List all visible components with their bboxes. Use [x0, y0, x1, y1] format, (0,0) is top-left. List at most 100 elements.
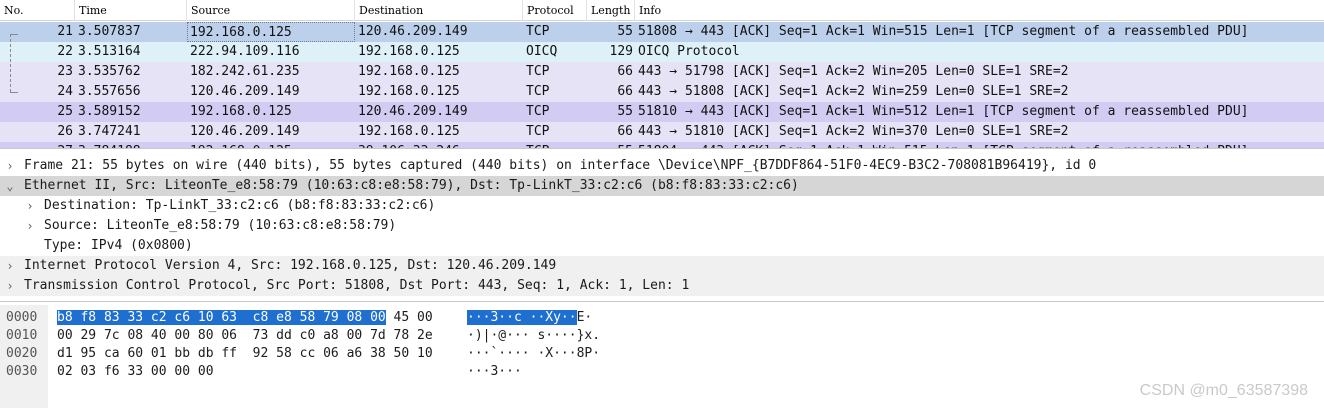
cell-info: 51808 → 443 [ACK] Seq=1 Ack=1 Win=515 Le…	[638, 24, 1249, 39]
cell-info: 443 → 51798 [ACK] Seq=1 Ack=2 Win=205 Le…	[638, 64, 1069, 79]
packet-bytes-pane[interactable]: 0000 b8 f8 83 33 c2 c6 10 63 c8 e8 58 79 …	[0, 305, 1324, 408]
hex-bytes[interactable]: d1 95 ca 60 01 bb db ff 92 58 cc 06 a6 3…	[57, 345, 433, 363]
byte-offset: 0000	[6, 310, 38, 325]
ascii-bytes-rest: ···3···	[467, 364, 522, 379]
ascii-bytes-rest: ···`···· ·X···8P·	[467, 346, 601, 361]
packet-row[interactable]: 273.784188192.168.0.12539.106.33.246TCP5…	[0, 142, 1324, 148]
cell-time: 3.513164	[78, 44, 141, 59]
detail-tree-item[interactable]: › Internet Protocol Version 4, Src: 192.1…	[0, 256, 1324, 276]
bytes-row: 0010 00 29 7c 08 40 00 80 06 73 dd c0 a8 …	[0, 327, 1324, 345]
watermark-text: CSDN @m0_63587398	[1139, 382, 1308, 399]
cell-source: 192.168.0.125	[187, 22, 355, 42]
detail-tree-item[interactable]: Type: IPv4 (0x0800)	[0, 236, 1324, 256]
cell-source: 192.168.0.125	[190, 104, 292, 119]
packet-list-pane[interactable]: No. Time Source Destination Protocol Len…	[0, 0, 1324, 149]
related-packets-indicator-bottom	[10, 92, 18, 94]
expand-arrow-icon[interactable]: ›	[24, 216, 36, 236]
cell-info: 443 → 51810 [ACK] Seq=1 Ack=2 Win=370 Le…	[638, 124, 1069, 139]
column-header-info[interactable]: Info	[635, 0, 1324, 21]
byte-offset: 0010	[6, 328, 38, 343]
byte-offset: 0030	[6, 364, 38, 379]
cell-length: 55	[617, 104, 633, 119]
cell-length: 66	[617, 84, 633, 99]
ascii-bytes[interactable]: ···3···	[467, 363, 522, 381]
detail-tree-label: Frame 21: 55 bytes on wire (440 bits), 5…	[24, 158, 1097, 173]
hex-bytes-rest: d1 95 ca 60 01 bb db ff 92 58 cc 06 a6 3…	[57, 346, 433, 361]
ascii-bytes-rest: ·)|·@··· s····}x.	[467, 328, 601, 343]
detail-tree-label: Ethernet II, Src: LiteonTe_e8:58:79 (10:…	[24, 178, 799, 193]
detail-tree-label: Source: LiteonTe_e8:58:79 (10:63:c8:e8:5…	[44, 218, 397, 233]
detail-tree-item[interactable]: › Frame 21: 55 bytes on wire (440 bits), …	[0, 156, 1324, 176]
cell-destination: 39.106.33.246	[358, 142, 523, 148]
detail-tree-item[interactable]: › Transmission Control Protocol, Src Port…	[0, 276, 1324, 296]
cell-destination: 192.168.0.125	[358, 124, 460, 139]
detail-tree-item[interactable]: › Destination: Tp-LinkT_33:c2:c6 (b8:f8:8…	[0, 196, 1324, 216]
cell-source: 120.46.209.149	[190, 124, 300, 139]
packet-row[interactable]: 23 3.535762 182.242.61.235 192.168.0.125 TCP…	[0, 62, 1324, 82]
cell-length: 66	[617, 124, 633, 139]
cell-protocol: TCP	[526, 64, 550, 79]
cell-length: 55	[587, 142, 633, 148]
hex-bytes[interactable]: b8 f8 83 33 c2 c6 10 63 c8 e8 58 79 08 0…	[57, 309, 433, 327]
cell-source: 222.94.109.116	[190, 44, 300, 59]
detail-tree-label: Internet Protocol Version 4, Src: 192.16…	[24, 258, 557, 273]
cell-destination: 192.168.0.125	[358, 84, 460, 99]
expand-arrow-icon[interactable]: ›	[4, 156, 16, 176]
ascii-bytes[interactable]: ···`···· ·X···8P·	[467, 345, 600, 363]
detail-tree-item[interactable]: ⌄ Ethernet II, Src: LiteonTe_e8:58:79 (10…	[0, 176, 1324, 196]
cell-time: 3.557656	[78, 84, 141, 99]
related-packets-indicator	[10, 34, 12, 92]
cell-destination: 192.168.0.125	[358, 44, 460, 59]
packet-row[interactable]: 21 3.507837 192.168.0.125 120.46.209.149 TCP…	[0, 22, 1324, 42]
cell-time: 3.589152	[78, 104, 141, 119]
cell-protocol: TCP	[526, 104, 550, 119]
cell-time: 3.507837	[78, 24, 141, 39]
hex-bytes[interactable]: 00 29 7c 08 40 00 80 06 73 dd c0 a8 00 7…	[57, 327, 433, 345]
bytes-row: 0020 d1 95 ca 60 01 bb db ff 92 58 cc 06 …	[0, 345, 1324, 363]
packet-details-pane[interactable]: › Frame 21: 55 bytes on wire (440 bits), …	[0, 153, 1324, 302]
cell-destination: 192.168.0.125	[358, 64, 460, 79]
column-header-length[interactable]: Length	[587, 0, 635, 21]
cell-destination: 120.46.209.149	[358, 24, 468, 39]
detail-tree-label: Destination: Tp-LinkT_33:c2:c6 (b8:f8:83…	[44, 198, 436, 213]
cell-no: 26	[57, 124, 73, 139]
packet-row[interactable]: 25 3.589152 192.168.0.125 120.46.209.149 TCP…	[0, 102, 1324, 122]
cell-no: 27	[0, 142, 73, 148]
expand-arrow-icon[interactable]: ›	[4, 256, 16, 276]
cell-protocol: TCP	[526, 124, 550, 139]
ascii-bytes-rest: E·	[576, 310, 593, 325]
column-header-no[interactable]: No.	[0, 0, 75, 21]
detail-tree-label: Transmission Control Protocol, Src Port:…	[24, 278, 690, 293]
packet-row[interactable]: 26 3.747241 120.46.209.149 192.168.0.125 TCP…	[0, 122, 1324, 142]
collapse-arrow-icon[interactable]: ⌄	[4, 176, 16, 196]
hex-bytes-highlight: b8 f8 83 33 c2 c6 10 63 c8 e8 58 79 08 0…	[57, 310, 386, 325]
cell-no: 25	[57, 104, 73, 119]
packet-row[interactable]: 24 3.557656 120.46.209.149 192.168.0.125 TCP…	[0, 82, 1324, 102]
packet-row[interactable]: 22 3.513164 222.94.109.116 192.168.0.125 OIC…	[0, 42, 1324, 62]
cell-info: 443 → 51808 [ACK] Seq=1 Ack=2 Win=259 Le…	[638, 84, 1069, 99]
ascii-bytes[interactable]: ···3··c ··Xy··E·	[467, 309, 592, 327]
expand-arrow-icon[interactable]: ›	[24, 196, 36, 216]
ascii-bytes-highlight: ···3··c ··Xy··	[467, 310, 577, 325]
detail-tree-label: Type: IPv4 (0x0800)	[44, 238, 193, 253]
cell-time: 3.535762	[78, 64, 141, 79]
column-header-protocol[interactable]: Protocol	[523, 0, 587, 21]
ascii-bytes[interactable]: ·)|·@··· s····}x.	[467, 327, 600, 345]
column-header-time[interactable]: Time	[75, 0, 187, 21]
cell-time: 3.747241	[78, 124, 141, 139]
column-header-destination[interactable]: Destination	[355, 0, 523, 21]
hex-bytes[interactable]: 02 03 f6 33 00 00 00	[57, 363, 214, 381]
bytes-row: 0030 02 03 f6 33 00 00 00 ···3···	[0, 363, 1324, 381]
related-packets-indicator-top	[10, 34, 18, 36]
byte-offset: 0020	[6, 346, 38, 361]
column-header-source[interactable]: Source	[187, 0, 355, 21]
cell-protocol: TCP	[526, 84, 550, 99]
cell-length: 129	[609, 44, 633, 59]
expand-arrow-icon[interactable]: ›	[4, 276, 16, 296]
cell-time: 3.784188	[78, 142, 186, 148]
hex-bytes-rest: 45 00	[385, 310, 433, 325]
hex-bytes-rest: 02 03 f6 33 00 00 00	[57, 364, 214, 379]
detail-tree-item[interactable]: › Source: LiteonTe_e8:58:79 (10:63:c8:e8:…	[0, 216, 1324, 236]
packet-list-header: No. Time Source Destination Protocol Len…	[0, 0, 1324, 21]
cell-length: 55	[617, 24, 633, 39]
